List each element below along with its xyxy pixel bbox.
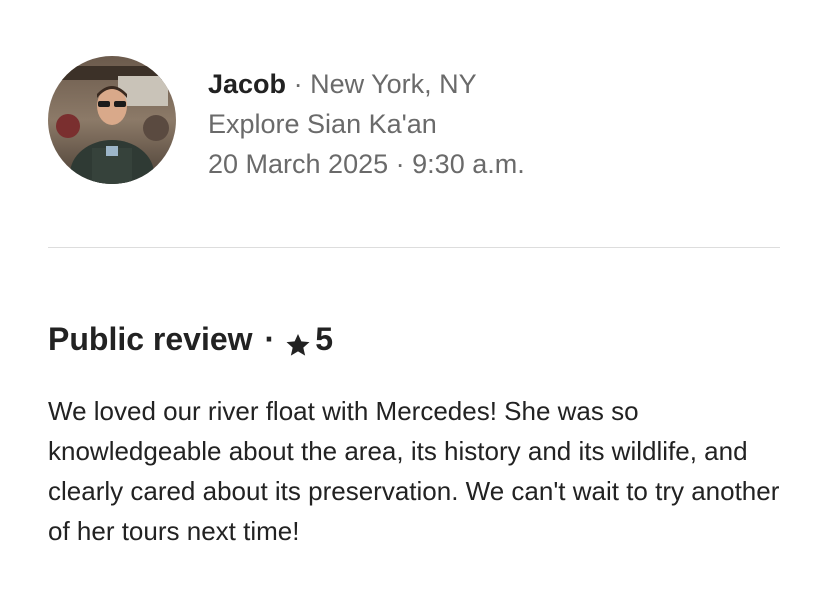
review-heading: Public review · 5 bbox=[48, 318, 333, 360]
reviewer-line: Jacob · New York, NY bbox=[208, 64, 525, 104]
avatar-photo bbox=[48, 56, 176, 184]
review-time: 9:30 a.m. bbox=[412, 149, 525, 179]
review-title: Public review bbox=[48, 321, 253, 357]
separator-dot: · bbox=[395, 149, 405, 179]
reviewer-name[interactable]: Jacob bbox=[208, 69, 286, 99]
reviewer-header: Jacob · New York, NY Explore Sian Ka'an … bbox=[48, 56, 525, 184]
star-icon bbox=[285, 326, 311, 356]
review-text: We loved our river float with Mercedes! … bbox=[48, 396, 780, 546]
avatar[interactable] bbox=[48, 56, 176, 184]
reviewer-location: New York, NY bbox=[310, 69, 477, 99]
review-rating: 5 bbox=[315, 321, 333, 357]
review-page: Jacob · New York, NY Explore Sian Ka'an … bbox=[0, 0, 828, 593]
review-datetime: 20 March 2025 · 9:30 a.m. bbox=[208, 144, 525, 184]
divider bbox=[48, 247, 780, 248]
experience-name[interactable]: Explore Sian Ka'an bbox=[208, 104, 525, 144]
separator-dot: · bbox=[293, 69, 303, 99]
reviewer-meta: Jacob · New York, NY Explore Sian Ka'an … bbox=[208, 64, 525, 184]
separator-dot: · bbox=[264, 321, 276, 357]
review-date: 20 March 2025 bbox=[208, 149, 389, 179]
